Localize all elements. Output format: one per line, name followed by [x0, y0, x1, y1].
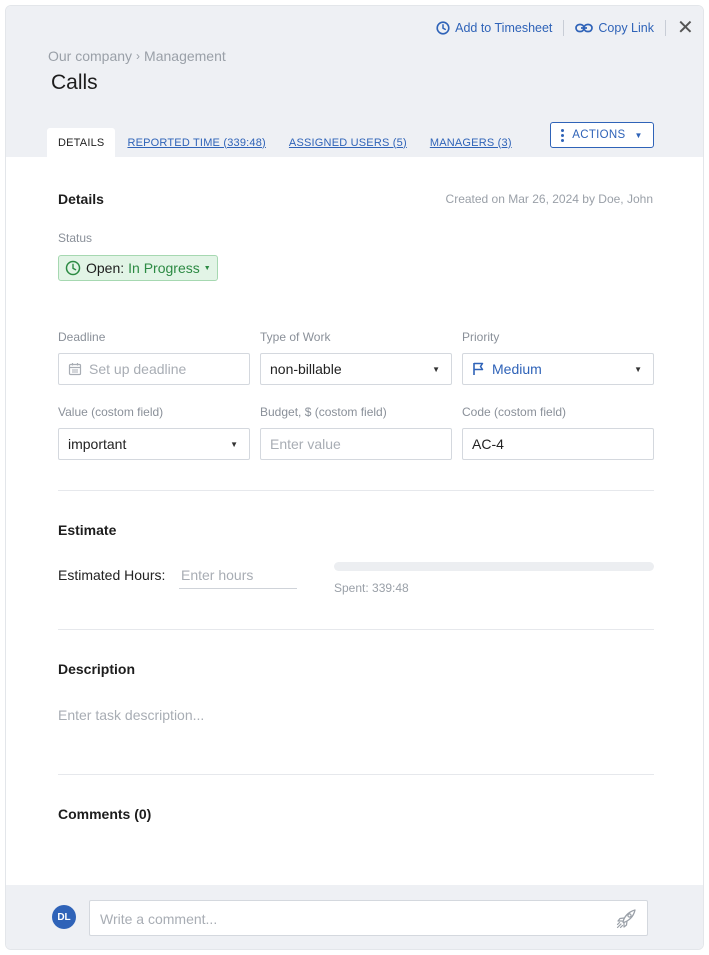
rocket-icon[interactable]	[615, 908, 637, 930]
caret-down-icon: ▼	[230, 439, 238, 449]
value-select[interactable]: important ▼	[58, 428, 250, 460]
status-value: In Progress	[128, 260, 200, 276]
priority-label: Priority	[462, 330, 500, 344]
budget-placeholder: Enter value	[270, 436, 341, 452]
code-input[interactable]: AC-4	[462, 428, 654, 460]
tabs: DETAILS REPORTED TIME (339:48) ASSIGNED …	[47, 128, 512, 157]
budget-input[interactable]: Enter value	[260, 428, 452, 460]
copy-link-button[interactable]: Copy Link	[575, 21, 654, 35]
clock-icon	[65, 260, 81, 276]
clock-icon	[436, 21, 450, 35]
budget-field-label: Budget, $ (costom field)	[260, 405, 387, 419]
divider	[58, 774, 654, 775]
breadcrumb-item-management[interactable]: Management	[144, 48, 226, 64]
deadline-input[interactable]: Set up deadline	[58, 353, 250, 385]
estimated-hours-input[interactable]: Enter hours	[179, 562, 297, 589]
estimate-title: Estimate	[58, 522, 117, 538]
actions-button[interactable]: ACTIONS ▼	[550, 122, 654, 148]
description-input[interactable]: Enter task description...	[58, 707, 204, 723]
caret-down-icon: ▼	[634, 130, 643, 140]
created-info: Created on Mar 26, 2024 by Doe, John	[445, 192, 653, 206]
link-icon	[575, 23, 594, 33]
status-prefix: Open:	[86, 260, 125, 276]
top-actions: Add to Timesheet Copy Link ✕	[436, 18, 694, 38]
divider	[58, 629, 654, 630]
caret-down-icon: ▼	[432, 364, 440, 374]
type-of-work-select[interactable]: non-billable ▼	[260, 353, 452, 385]
avatar: DL	[52, 905, 76, 929]
actions-label: ACTIONS	[572, 129, 626, 141]
comment-input[interactable]: Write a comment...	[89, 900, 648, 936]
breadcrumb-item-company[interactable]: Our company	[48, 48, 132, 64]
comment-footer: DL Write a comment...	[6, 885, 703, 949]
separator	[665, 20, 666, 36]
kebab-icon	[561, 128, 565, 143]
details-title: Details	[58, 191, 104, 207]
task-header: Add to Timesheet Copy Link ✕ Our company…	[6, 6, 703, 157]
priority-select[interactable]: Medium ▼	[462, 353, 654, 385]
chevron-right-icon: ›	[136, 49, 141, 63]
tab-reported-time[interactable]: REPORTED TIME (339:48)	[127, 128, 265, 157]
comment-placeholder: Write a comment...	[100, 911, 218, 927]
tab-details[interactable]: DETAILS	[47, 128, 116, 157]
deadline-placeholder: Set up deadline	[89, 361, 187, 377]
tab-assigned-users[interactable]: ASSIGNED USERS (5)	[289, 128, 407, 157]
time-progress-bar	[334, 562, 654, 571]
flag-icon	[473, 362, 484, 375]
code-value: AC-4	[472, 436, 504, 452]
copy-link-label: Copy Link	[598, 21, 654, 35]
value-field-label: Value (costom field)	[58, 405, 164, 419]
status-dropdown[interactable]: Open: In Progress ▼	[58, 255, 218, 281]
close-icon[interactable]: ✕	[677, 18, 694, 38]
add-to-timesheet-button[interactable]: Add to Timesheet	[436, 21, 552, 35]
caret-down-icon: ▼	[634, 364, 642, 374]
add-to-timesheet-label: Add to Timesheet	[455, 21, 553, 35]
comments-title: Comments (0)	[58, 806, 152, 822]
value-select-value: important	[68, 436, 127, 452]
page-title: Calls	[51, 71, 98, 94]
priority-value: Medium	[492, 361, 542, 377]
separator	[563, 20, 565, 36]
type-of-work-label: Type of Work	[260, 330, 331, 344]
status-label: Status	[58, 231, 93, 245]
calendar-icon	[68, 363, 82, 376]
caret-down-icon: ▼	[203, 264, 211, 272]
task-panel: Add to Timesheet Copy Link ✕ Our company…	[5, 5, 704, 950]
spent-time: Spent: 339:48	[334, 581, 409, 595]
deadline-label: Deadline	[58, 330, 106, 344]
code-field-label: Code (costom field)	[462, 405, 567, 419]
description-title: Description	[58, 661, 136, 677]
breadcrumb: Our company › Management	[48, 48, 226, 64]
type-of-work-value: non-billable	[270, 361, 342, 377]
divider	[58, 490, 654, 491]
estimated-hours-label: Estimated Hours:	[58, 567, 166, 583]
tab-managers[interactable]: MANAGERS (3)	[430, 128, 512, 157]
